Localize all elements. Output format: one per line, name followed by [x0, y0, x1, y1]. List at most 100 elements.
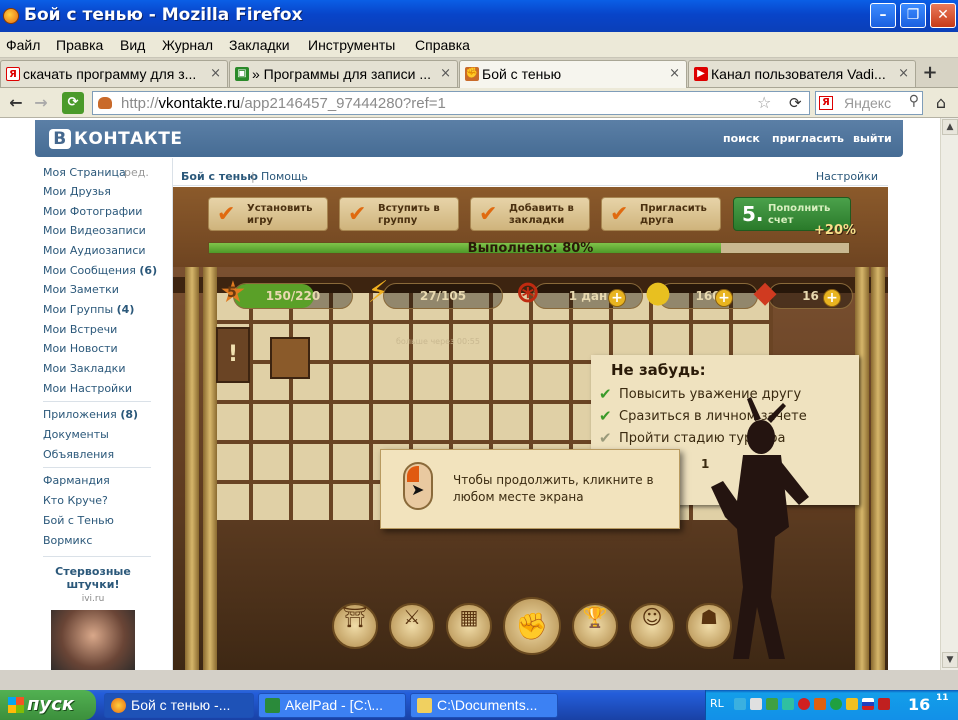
ad-image[interactable]	[51, 610, 135, 670]
menu-file[interactable]: Файл	[6, 37, 40, 53]
bookmark-star-icon[interactable]: ☆	[757, 93, 771, 112]
tray-app-icon[interactable]	[766, 698, 778, 710]
search-icon[interactable]: ⚲	[909, 93, 919, 109]
ad-source[interactable]: ivi.ru	[43, 594, 143, 604]
coins-plus-button[interactable]: +	[715, 289, 733, 307]
new-tab-button[interactable]: +	[918, 62, 942, 86]
nav-events[interactable]: Мои Встречи	[43, 323, 117, 336]
menu-tools[interactable]: Инструменты	[308, 37, 395, 53]
language-indicator[interactable]: RL	[710, 697, 724, 710]
tab-close-icon[interactable]: ×	[440, 66, 451, 81]
search-input[interactable]: Я Яндекс ⚲	[815, 91, 923, 115]
title-bar[interactable]: Бой с тенью - Mozilla Firefox – ❐ ✕	[0, 0, 958, 32]
url-bar[interactable]: http://vkontakte.ru/app2146457_97444280?…	[92, 91, 810, 115]
weapons-icon[interactable]: ⚔	[389, 603, 435, 649]
menu-edit[interactable]: Правка	[56, 37, 103, 53]
vk-logout-link[interactable]: выйти	[853, 132, 892, 145]
close-button[interactable]: ✕	[930, 3, 956, 28]
tab-close-icon[interactable]: ×	[210, 66, 221, 81]
menu-history[interactable]: Журнал	[162, 37, 213, 53]
sensei-icon[interactable]: ☺	[629, 603, 675, 649]
continue-dialog[interactable]: ➤ Чтобы продолжить, кликните в любом мес…	[380, 449, 680, 529]
reload-icon[interactable]: ⟳	[789, 94, 802, 112]
edit-link[interactable]: ред.	[124, 166, 149, 179]
yandex-icon[interactable]: Я	[819, 96, 833, 110]
home-button[interactable]: ⌂	[930, 92, 952, 114]
tray-app-icon[interactable]	[830, 698, 842, 710]
tray-app-icon[interactable]	[846, 698, 858, 710]
trophy-icon[interactable]: 🏆	[572, 603, 618, 649]
tray-network-icon[interactable]	[734, 698, 746, 710]
navigation-toolbar: ← → ⟳ http://vkontakte.ru/app2146457_974…	[0, 88, 958, 118]
kick-icon[interactable]: ☗	[686, 603, 732, 649]
task-install-game[interactable]: ✔ Установить игру	[208, 197, 328, 231]
nav-my-page[interactable]: Моя Страница	[43, 166, 126, 179]
task-add-bookmarks[interactable]: ✔ Добавить в закладки	[470, 197, 590, 231]
vk-logo[interactable]: B КОНТАКТЕ	[49, 129, 182, 149]
nav-friends[interactable]: Мои Друзья	[43, 185, 111, 198]
tray-opera-icon[interactable]	[798, 698, 810, 710]
nav-notes[interactable]: Мои Заметки	[43, 283, 119, 296]
dan-plus-button[interactable]: +	[608, 289, 626, 307]
taskbar-akelpad[interactable]: AkelPad - [C:\...	[258, 693, 406, 718]
nav-news[interactable]: Мои Новости	[43, 342, 118, 355]
tab-close-icon[interactable]: ×	[898, 66, 909, 81]
vk-search-link[interactable]: поиск	[723, 132, 760, 145]
app-settings-link[interactable]: Настройки	[816, 170, 878, 183]
rubies-plus-button[interactable]: +	[823, 289, 841, 307]
clock-hours[interactable]: 16	[908, 695, 930, 714]
nav-app-kto-kruche[interactable]: Кто Круче?	[43, 494, 108, 507]
maximize-button[interactable]: ❐	[900, 3, 926, 28]
nav-photos[interactable]: Мои Фотографии	[43, 205, 142, 218]
nav-videos[interactable]: Мои Видеозаписи	[43, 224, 146, 237]
nav-apps[interactable]: Приложения (8)	[43, 408, 138, 421]
nav-documents[interactable]: Документы	[43, 428, 109, 441]
tray-flag-icon[interactable]	[862, 698, 874, 710]
nav-messages[interactable]: Мои Сообщения (6)	[43, 264, 157, 277]
tray-app-icon[interactable]	[782, 698, 794, 710]
chest-icon[interactable]: ▦	[446, 603, 492, 649]
scroll-up-icon[interactable]: ▲	[942, 119, 958, 135]
back-button[interactable]: ←	[5, 92, 27, 114]
ad-title[interactable]: Стервозные штучки!	[43, 565, 143, 591]
tray-display-icon[interactable]	[750, 698, 762, 710]
notice-scroll-icon[interactable]: !	[216, 327, 250, 383]
vertical-scrollbar[interactable]: ▲ ▼	[940, 118, 958, 670]
clock-minutes[interactable]: 11	[936, 694, 949, 703]
nav-ads[interactable]: Объявления	[43, 448, 114, 461]
task-join-group[interactable]: ✔ Вступить в группу	[339, 197, 459, 231]
fist-icon[interactable]: ✊	[503, 597, 561, 655]
nav-audio[interactable]: Мои Аудиозаписи	[43, 244, 146, 257]
app-help-link[interactable]: Помощь	[261, 170, 308, 183]
tab-shadow-fight[interactable]: ✊ Бой с тенью ×	[459, 60, 687, 88]
task-invite-friend[interactable]: ✔ Пригласить друга	[601, 197, 721, 231]
nav-bookmarks[interactable]: Мои Закладки	[43, 362, 125, 375]
menu-bookmarks[interactable]: Закладки	[229, 37, 290, 53]
vk-invite-link[interactable]: пригласить	[772, 132, 844, 145]
app-name-link[interactable]: Бой с тенью	[181, 170, 258, 183]
progress-label: Выполнено: 80%	[467, 241, 594, 256]
nav-app-wormix[interactable]: Вормикс	[43, 534, 92, 547]
tab-close-icon[interactable]: ×	[669, 66, 680, 81]
tab-youtube[interactable]: ▶ Канал пользователя Vadi... ×	[688, 60, 916, 87]
house-icon[interactable]: ⛩	[332, 603, 378, 649]
menu-view[interactable]: Вид	[120, 37, 145, 53]
start-button[interactable]: пуск	[0, 690, 96, 720]
minimize-button[interactable]: –	[870, 3, 896, 28]
tray-app-icon[interactable]	[814, 698, 826, 710]
game-canvas[interactable]: ✔ Установить игру ✔ Вступить в группу ✔ …	[173, 187, 888, 670]
menu-help[interactable]: Справка	[415, 37, 470, 53]
nav-app-farmandia[interactable]: Фармандия	[43, 474, 110, 487]
nav-settings[interactable]: Мои Настройки	[43, 382, 132, 395]
nav-groups[interactable]: Мои Группы (4)	[43, 303, 134, 316]
taskbar-explorer[interactable]: C:\Documents...	[410, 693, 558, 718]
inventory-chest-icon[interactable]	[270, 337, 310, 379]
nav-app-shadow-fight[interactable]: Бой с Тенью	[43, 514, 114, 527]
taskbar-firefox[interactable]: Бой с тенью -...	[104, 693, 254, 718]
tab-yandex[interactable]: Я скачать программу для з... ×	[0, 60, 228, 87]
forward-button[interactable]: →	[30, 92, 52, 114]
tray-app-icon[interactable]	[878, 698, 890, 710]
refresh-icon[interactable]: ⟳	[62, 92, 84, 114]
scroll-down-icon[interactable]: ▼	[942, 652, 958, 668]
tab-programs[interactable]: ▣ » Программы для записи ... ×	[229, 60, 458, 87]
